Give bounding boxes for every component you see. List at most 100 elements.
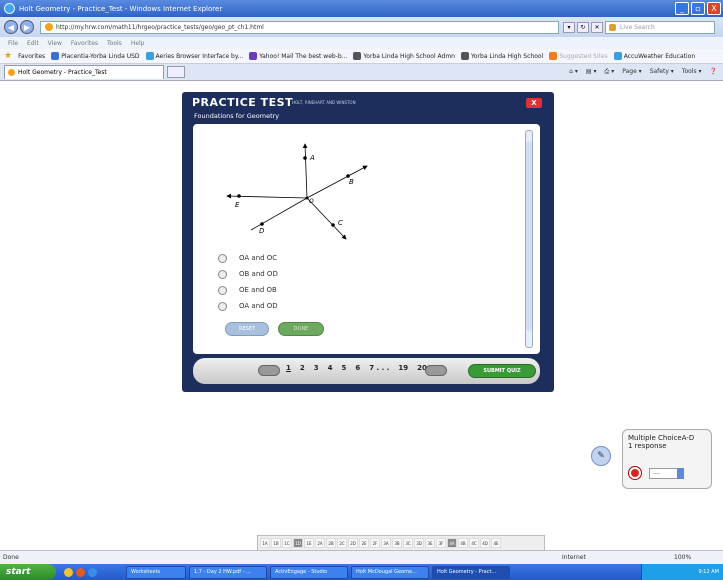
menu-help[interactable]: Help bbox=[131, 40, 145, 47]
favorites-star-icon[interactable]: ★ bbox=[4, 51, 12, 61]
page-link-7[interactable]: 7 . . . bbox=[369, 364, 389, 372]
menu-view[interactable]: View bbox=[48, 40, 62, 47]
grid-cell[interactable]: 1A bbox=[260, 538, 270, 548]
grid-cell[interactable]: 4A bbox=[447, 538, 457, 548]
grid-cell[interactable]: 3F bbox=[436, 538, 446, 548]
grid-cell[interactable]: 2E bbox=[359, 538, 369, 548]
radio-button[interactable] bbox=[218, 285, 227, 295]
new-tab-button[interactable] bbox=[167, 66, 185, 78]
page-link-5[interactable]: 5 bbox=[342, 364, 347, 372]
grid-cell[interactable]: 3A bbox=[381, 538, 391, 548]
task-activengage[interactable]: ActivEngage - Studio bbox=[270, 565, 348, 579]
grid-cell[interactable]: 4E bbox=[491, 538, 501, 548]
feeds-icon[interactable]: ▤ ▾ bbox=[586, 68, 597, 76]
answer-option[interactable]: OA and OC bbox=[218, 250, 278, 266]
quicklaunch-icon[interactable] bbox=[64, 567, 73, 577]
page-link-6[interactable]: 6 bbox=[355, 364, 360, 372]
radio-button[interactable] bbox=[218, 301, 227, 311]
stop-icon[interactable] bbox=[629, 467, 641, 479]
page-link-3[interactable]: 3 bbox=[314, 364, 319, 372]
maximize-button[interactable]: ▫ bbox=[691, 2, 705, 15]
menu-favorites[interactable]: Favorites bbox=[71, 40, 98, 47]
task-worksheets[interactable]: Worksheets bbox=[126, 565, 186, 579]
menu-file[interactable]: File bbox=[8, 40, 18, 47]
start-button[interactable]: start bbox=[0, 564, 56, 580]
quicklaunch-icon[interactable] bbox=[76, 567, 85, 577]
back-button[interactable]: ◀ bbox=[4, 20, 18, 34]
page-link-4[interactable]: 4 bbox=[328, 364, 333, 372]
prev-page-button[interactable] bbox=[258, 365, 280, 376]
page-link-2[interactable]: 2 bbox=[300, 364, 305, 372]
quicklaunch-icon[interactable] bbox=[88, 567, 97, 577]
pen-tool-icon[interactable]: ✎ bbox=[591, 446, 611, 466]
fav-item-yahoo-mail[interactable]: Yahoo! Mail The best web-b... bbox=[249, 52, 347, 60]
fav-item-ylhs-admn[interactable]: Yorba Linda High School Admn bbox=[353, 52, 455, 60]
answer-option[interactable]: OE and OB bbox=[218, 282, 278, 298]
fav-item-accuweather[interactable]: AccuWeather Education bbox=[613, 52, 695, 60]
answer-options: OA and OC OB and OD OE and OB OA and OD bbox=[218, 250, 278, 314]
favorites-label[interactable]: Favorites bbox=[18, 53, 45, 60]
response-spinner[interactable] bbox=[677, 468, 684, 479]
safety-menu[interactable]: Safety ▾ bbox=[650, 68, 674, 76]
grid-cell[interactable]: 3D bbox=[414, 538, 424, 548]
help-icon[interactable]: ❓ bbox=[710, 68, 717, 76]
radio-button[interactable] bbox=[218, 269, 227, 279]
done-button[interactable]: DONE bbox=[278, 322, 324, 336]
tab-holt-geometry[interactable]: Holt Geometry - Practice_Test bbox=[4, 65, 164, 79]
page-menu[interactable]: Page ▾ bbox=[622, 68, 641, 76]
minimize-button[interactable]: _ bbox=[675, 2, 689, 15]
grid-cell[interactable]: 3C bbox=[403, 538, 413, 548]
submit-quiz-button[interactable]: SUBMIT QUIZ bbox=[468, 364, 536, 378]
zoom-level[interactable]: 100% bbox=[674, 554, 691, 561]
grid-cell[interactable]: 4C bbox=[469, 538, 479, 548]
grid-cell[interactable]: 1B bbox=[271, 538, 281, 548]
address-input[interactable]: http://my.hrw.com/math11/hrgeo/practice_… bbox=[40, 20, 559, 34]
task-holt-mcdougal[interactable]: Holt McDougal Geome... bbox=[351, 565, 429, 579]
grid-cell[interactable]: 2B bbox=[326, 538, 336, 548]
next-page-button[interactable] bbox=[425, 365, 447, 376]
grid-cell[interactable]: 1E bbox=[304, 538, 314, 548]
print-icon[interactable]: ⎙ ▾ bbox=[605, 68, 615, 76]
ray-od bbox=[250, 197, 308, 231]
reset-button[interactable]: RESET bbox=[225, 322, 269, 336]
close-window-button[interactable]: X bbox=[707, 2, 721, 15]
page-link-19[interactable]: 19 bbox=[398, 364, 408, 372]
task-holt-geometry[interactable]: Holt Geometry - Pract... bbox=[432, 565, 510, 579]
grid-cell[interactable]: 1C bbox=[282, 538, 292, 548]
answer-option[interactable]: OA and OD bbox=[218, 298, 278, 314]
grid-cell[interactable]: 4B bbox=[458, 538, 468, 548]
grid-cell[interactable]: 1D bbox=[293, 538, 303, 548]
fav-item-pylusd[interactable]: Placentia-Yorba Linda USD bbox=[51, 52, 140, 60]
fav-item-aeries[interactable]: Aeries Browser Interface by... bbox=[145, 52, 243, 60]
response-panel: Multiple ChoiceA-D 1 response ---- bbox=[622, 429, 712, 489]
label-c: C bbox=[338, 219, 343, 227]
label-e: E bbox=[235, 201, 240, 209]
link-icon bbox=[549, 52, 558, 60]
stop-icon[interactable]: ✕ bbox=[591, 21, 603, 33]
grid-cell[interactable]: 2A bbox=[315, 538, 325, 548]
grid-cell[interactable]: 3B bbox=[392, 538, 402, 548]
grid-cell[interactable]: 2F bbox=[370, 538, 380, 548]
tools-menu[interactable]: Tools ▾ bbox=[682, 68, 702, 76]
home-icon[interactable]: ⌂ ▾ bbox=[569, 68, 578, 76]
scroll-thumb[interactable] bbox=[526, 141, 532, 331]
search-input[interactable]: Live Search bbox=[605, 20, 715, 34]
grid-cell[interactable]: 4D bbox=[480, 538, 490, 548]
grid-cell[interactable]: 2C bbox=[337, 538, 347, 548]
fav-item-suggested-sites[interactable]: Suggested Sites bbox=[549, 52, 608, 60]
quiz-close-button[interactable]: X bbox=[526, 98, 542, 108]
menu-edit[interactable]: Edit bbox=[27, 40, 39, 47]
grid-cell[interactable]: 3E bbox=[425, 538, 435, 548]
compat-view-icon[interactable]: ▾ bbox=[563, 21, 575, 33]
task-pdf[interactable]: 1.7 - Day 2 HW.pdf - ... bbox=[189, 565, 267, 579]
refresh-icon[interactable]: ↻ bbox=[577, 21, 589, 33]
answer-option[interactable]: OB and OD bbox=[218, 266, 278, 282]
page-link-1[interactable]: 1 bbox=[286, 364, 291, 372]
question-scrollbar[interactable] bbox=[525, 130, 533, 348]
menu-tools[interactable]: Tools bbox=[107, 40, 122, 47]
radio-button[interactable] bbox=[218, 253, 227, 263]
forward-button[interactable]: ▶ bbox=[20, 20, 34, 34]
grid-cell[interactable]: 2D bbox=[348, 538, 358, 548]
url-text: http://my.hrw.com/math11/hrgeo/practice_… bbox=[56, 23, 264, 31]
fav-item-ylhs[interactable]: Yorba Linda High School bbox=[461, 52, 543, 60]
